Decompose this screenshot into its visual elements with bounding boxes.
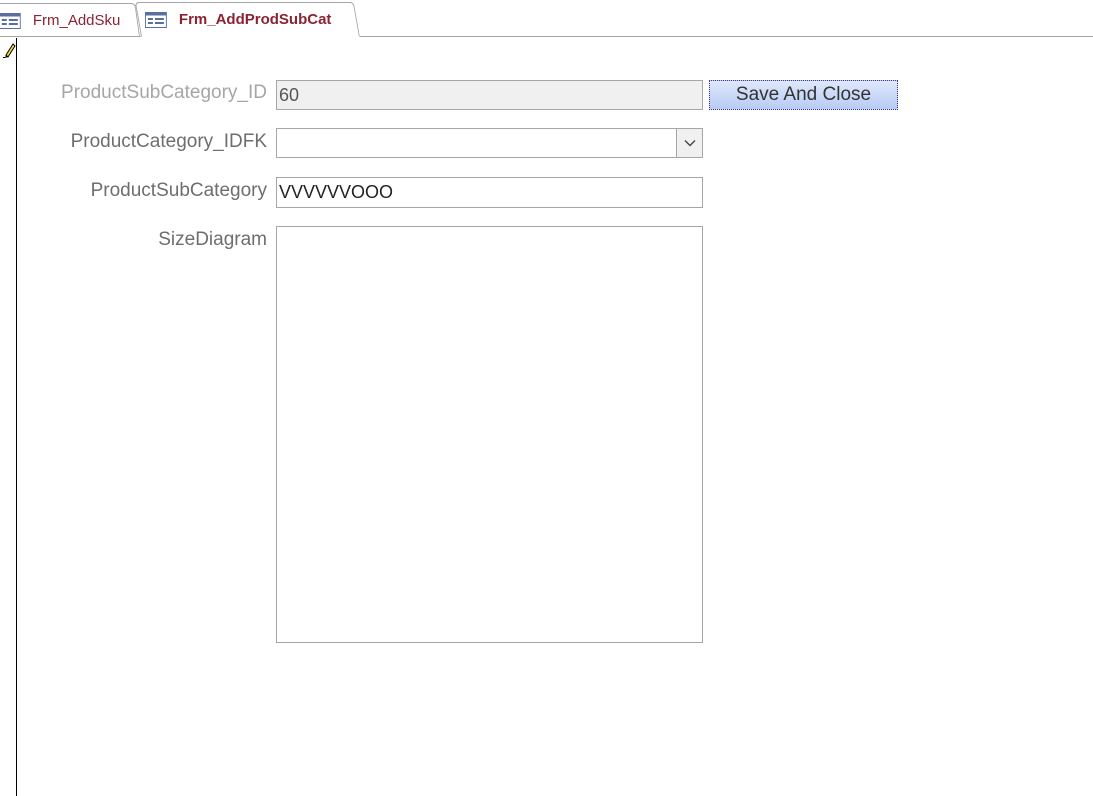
form-icon — [144, 11, 167, 28]
access-form-window: Frm_AddSku Frm_AddProdSubCat ProductSubC… — [0, 0, 1093, 796]
chevron-down-icon — [684, 140, 695, 147]
form-icon — [0, 12, 21, 28]
subcategory-field[interactable]: VVVVVVOOO — [276, 177, 703, 208]
category-idfk-label: ProductCategory_IDFK — [70, 131, 267, 152]
tab-label: Frm_AddSku — [32, 11, 121, 29]
size-diagram-field[interactable] — [276, 226, 703, 643]
category-idfk-combobox[interactable] — [276, 128, 703, 158]
category-dropdown-button[interactable] — [676, 129, 702, 157]
category-idfk-value — [279, 129, 674, 157]
subcategory-id-field[interactable]: 60 — [276, 80, 703, 110]
tab-label: Frm_AddProdSubCat — [178, 11, 332, 28]
record-selector[interactable] — [0, 38, 17, 796]
save-and-close-button[interactable]: Save And Close — [709, 80, 898, 110]
subcategory-label: ProductSubCategory — [90, 180, 267, 201]
pencil-edit-icon — [3, 43, 16, 58]
tab-frm-addsku[interactable]: Frm_AddSku — [0, 3, 140, 36]
document-tab-strip: Frm_AddSku Frm_AddProdSubCat — [0, 0, 1093, 38]
subcategory-id-label: ProductSubCategory_ID — [61, 82, 267, 103]
tab-frm-addprodsubcat[interactable]: Frm_AddProdSubCat — [134, 2, 360, 37]
size-diagram-label: SizeDiagram — [158, 229, 267, 250]
